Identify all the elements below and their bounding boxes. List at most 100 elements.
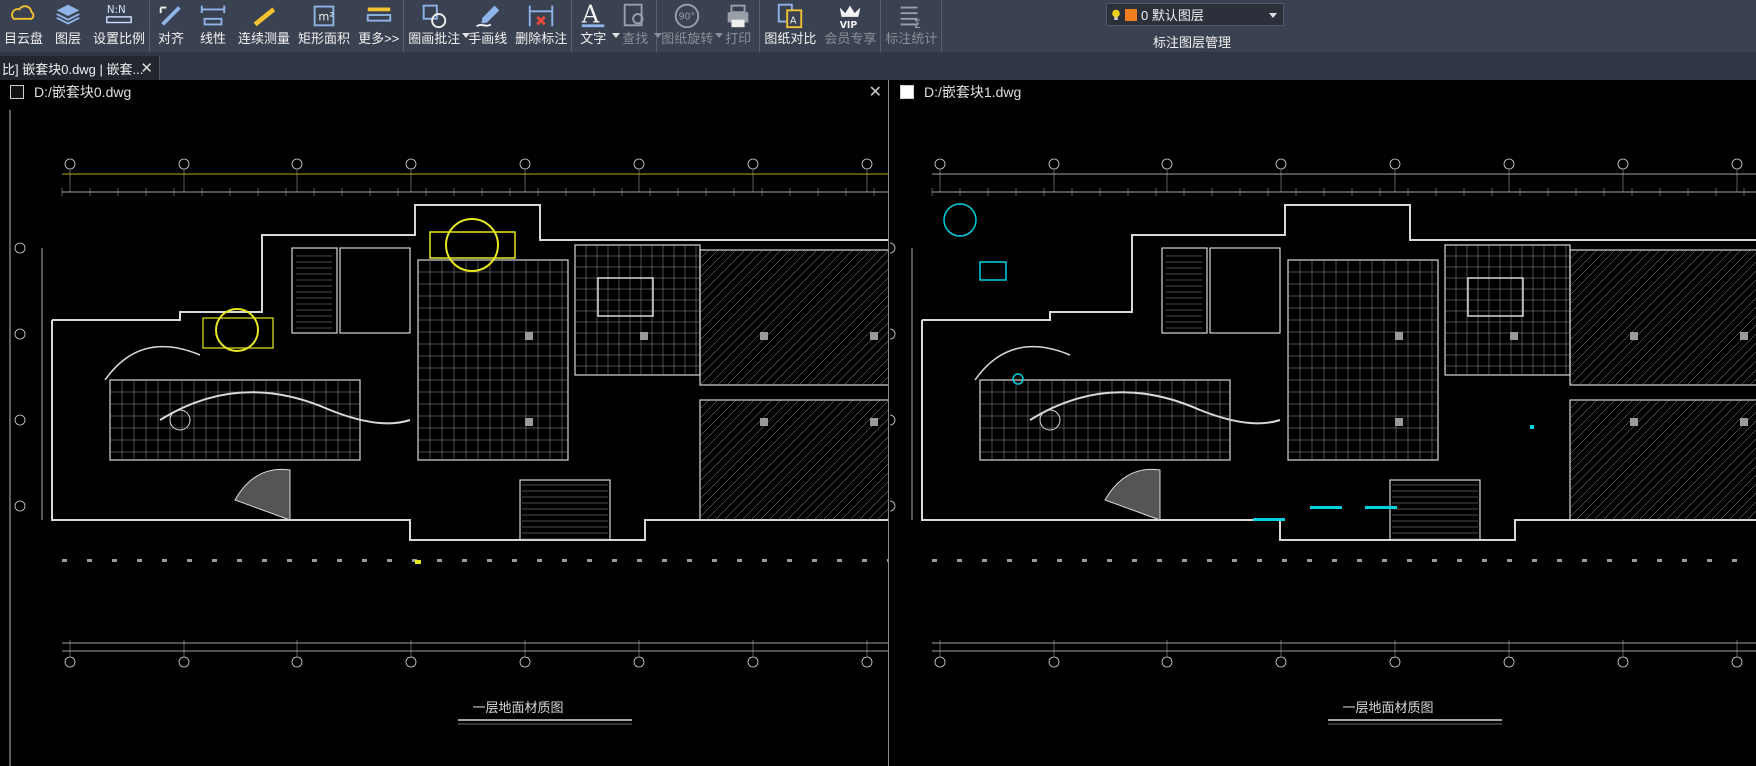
hatch-line	[699, 249, 755, 305]
dimension-tick	[1532, 559, 1537, 562]
scale-icon: N:N	[102, 0, 136, 30]
grid-bubble	[14, 500, 26, 512]
hatch-line	[807, 304, 888, 386]
right-cad-drawing[interactable]: 一层地面材质图	[890, 80, 1756, 766]
hatch-line	[1692, 456, 1756, 521]
hatch-line	[732, 399, 854, 521]
layer-manage-button[interactable]: 标注图层管理	[1153, 32, 1231, 51]
ruler-icon	[247, 0, 281, 30]
hatch-line	[699, 249, 773, 323]
hatch-line	[1569, 249, 1625, 305]
rotate-button[interactable]: 90° 图纸旋转	[657, 0, 724, 52]
hatch-line	[1569, 249, 1589, 269]
dimension-tick	[1407, 559, 1412, 562]
hatch-line	[699, 399, 809, 509]
pen-icon	[471, 0, 505, 30]
grid-bubble	[14, 414, 26, 426]
area-button[interactable]: m² 矩形面积	[294, 0, 354, 52]
layer-select[interactable]: 0 默认图层	[1106, 3, 1284, 26]
linear-dim-button[interactable]: 线性	[192, 0, 234, 52]
svg-text:A: A	[581, 0, 600, 29]
ruler-button[interactable]: 连续测量	[234, 0, 294, 52]
layers-button[interactable]: 图层	[47, 0, 89, 52]
yellow-mark	[415, 560, 421, 564]
dimension-tick	[112, 559, 117, 562]
print-button[interactable]: 打印	[717, 0, 759, 52]
toolbar-button-label: 图纸旋转	[661, 31, 714, 46]
dimension-tick	[1157, 559, 1162, 562]
left-drawing-pane[interactable]: D:/嵌套块0.dwg ✕ 一层地面材质图	[0, 80, 889, 766]
scale-button[interactable]: N:N 设置比例	[89, 0, 149, 52]
grid-bubble	[861, 158, 873, 170]
spiral-stair	[104, 345, 201, 381]
column	[1395, 332, 1403, 340]
hatch-line	[1569, 249, 1679, 359]
close-icon[interactable]: ✕	[140, 59, 153, 77]
area-icon: m²	[307, 0, 341, 30]
hatch-line	[780, 277, 888, 386]
yellow-markup-rect	[429, 231, 516, 259]
dimension-tick	[1007, 559, 1012, 562]
hatch-line	[879, 376, 888, 386]
drawing-title: 一层地面材质图	[1342, 701, 1433, 716]
compare-icon: A	[773, 0, 807, 30]
find-icon	[618, 0, 652, 30]
align-button[interactable]: 对齐	[150, 0, 192, 52]
hatch-line	[1569, 249, 1598, 278]
chevron-down-icon[interactable]	[1269, 13, 1277, 18]
hatched-room	[699, 399, 888, 521]
hatch-line	[1629, 399, 1751, 521]
drawing-title: 一层地面材质图	[472, 701, 563, 716]
dimension-tick	[662, 559, 667, 562]
hatch-line	[723, 399, 845, 521]
dimension-tick	[362, 559, 367, 562]
hatch-line	[1569, 249, 1643, 323]
right-drawing-pane[interactable]: D:/嵌套块1.dwg 一层地面材质图	[890, 80, 1756, 766]
text-button[interactable]: A 文字	[572, 0, 621, 52]
stats-button[interactable]: Σ 标注统计	[881, 0, 941, 52]
hatch-line	[1704, 333, 1756, 386]
cloud-button[interactable]: 目云盘	[0, 0, 47, 52]
cloud-icon	[7, 0, 41, 30]
svg-text:VIP: VIP	[840, 20, 858, 30]
dimension-tick	[787, 559, 792, 562]
vip-button[interactable]: VIP 会员专享	[820, 0, 880, 52]
dimension-tick	[637, 559, 642, 562]
document-tab[interactable]: 比] 嵌套块0.dwg | 嵌套... ✕	[0, 56, 160, 80]
dimension-tick	[312, 559, 317, 562]
dimension-tick	[1057, 559, 1062, 562]
toolbar-group: A 图纸对比 VIP 会员专享	[760, 0, 882, 52]
hatch-line	[699, 399, 782, 482]
dimension-tick	[462, 559, 467, 562]
more-button[interactable]: 更多>>	[354, 0, 403, 52]
find-button[interactable]: 查找	[614, 0, 663, 52]
hatch-line	[750, 399, 872, 521]
cyan-mark	[1253, 518, 1285, 521]
dimension-tick	[1107, 559, 1112, 562]
toolbar-group: 对齐 线性 连续测量 m² 矩形面积 更多>>	[150, 0, 405, 52]
toolbar-button-label: 目云盘	[4, 31, 44, 46]
hatch-line	[822, 454, 888, 521]
stats-icon: Σ	[894, 0, 928, 30]
pen-button[interactable]: 手画线	[464, 0, 511, 52]
dimension-tick	[1557, 559, 1562, 562]
markup-button[interactable]: 圈画批注	[404, 0, 471, 52]
grid-bubble	[890, 500, 896, 512]
hatch-line	[1632, 261, 1756, 386]
left-cad-drawing[interactable]: 一层地面材质图	[0, 80, 889, 766]
svg-text:m²: m²	[318, 11, 333, 24]
svg-text:90°: 90°	[679, 12, 696, 23]
delete-dim-button[interactable]: 删除标注	[511, 0, 571, 52]
dimension-tick	[212, 559, 217, 562]
cyan-mark	[1310, 506, 1342, 509]
column	[1510, 332, 1518, 340]
column	[1630, 332, 1638, 340]
hatch-line	[699, 249, 764, 314]
compare-button[interactable]: A 图纸对比	[760, 0, 820, 52]
east-room-tiles	[574, 244, 701, 376]
grid-bubble	[14, 242, 26, 254]
hatch-line	[1569, 399, 1607, 437]
cyan-markup-rect	[979, 261, 1007, 281]
dimension-tick	[87, 559, 92, 562]
dimension-tick	[712, 559, 717, 562]
